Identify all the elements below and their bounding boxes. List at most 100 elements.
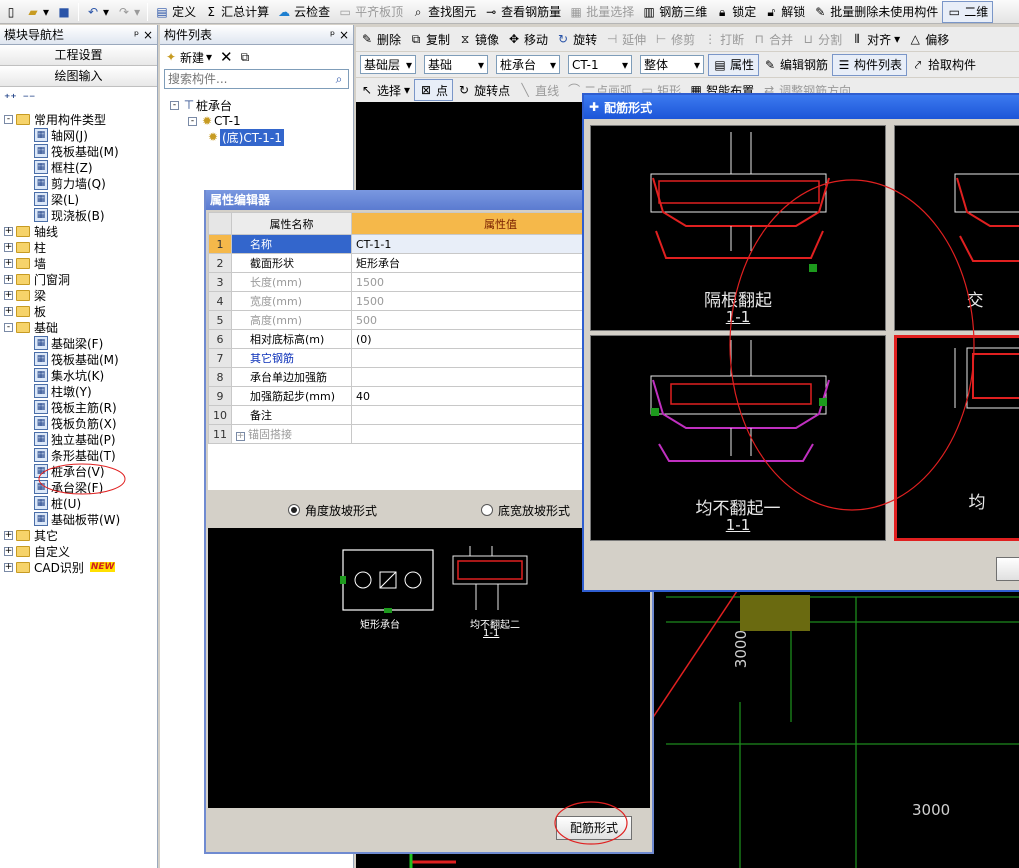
- 2d-button[interactable]: ▭ 二维: [942, 0, 994, 23]
- align-button[interactable]: ⫴ 对齐 ▾: [846, 28, 904, 50]
- split-button[interactable]: ⊔ 分割: [797, 28, 846, 50]
- expand-icon[interactable]: +: [4, 306, 13, 316]
- type-combo[interactable]: 桩承台 ▾: [496, 55, 560, 74]
- nav-folder[interactable]: + 梁: [4, 287, 157, 303]
- expand-icon[interactable]: +: [4, 290, 13, 300]
- nav-item[interactable]: ▦ 现浇板(B): [4, 207, 157, 223]
- nav-item[interactable]: ▦ 独立基础(P): [4, 431, 157, 447]
- nav-folder[interactable]: + 门窗洞: [4, 271, 157, 287]
- search-icon[interactable]: ⌕: [330, 72, 348, 87]
- nav-folder[interactable]: + CAD识别 NEW: [4, 559, 157, 575]
- break-button[interactable]: ⋮ 打断: [699, 28, 748, 50]
- undo-button[interactable]: ↶ ▾: [82, 1, 113, 23]
- collapse-icon[interactable]: -: [170, 100, 179, 110]
- nav-item[interactable]: ▦ 梁(L): [4, 191, 157, 207]
- copy-button[interactable]: ⧉ 复制: [405, 28, 454, 50]
- nav-folder[interactable]: + 自定义: [4, 543, 157, 559]
- new-component-button[interactable]: ✦ 新建 ▾: [164, 49, 212, 66]
- nav-item[interactable]: ▦ 柱墩(Y): [4, 383, 157, 399]
- offset-button[interactable]: △ 偏移: [904, 28, 953, 50]
- expand-icon[interactable]: +: [236, 432, 245, 441]
- new-file-button[interactable]: ▯: [0, 1, 22, 23]
- find-button[interactable]: ⌕ 查找图元: [407, 1, 480, 23]
- align-top-button[interactable]: ▭ 平齐板顶: [334, 1, 407, 23]
- sum-button[interactable]: Σ 汇总计算: [200, 1, 273, 23]
- expand-icon[interactable]: +: [4, 242, 13, 252]
- nav-item[interactable]: ▦ 桩(U): [4, 495, 157, 511]
- define-button[interactable]: ▤ 定义: [151, 1, 200, 23]
- lock-button[interactable]: 🔒︎ 锁定: [711, 1, 760, 23]
- dialog-ok-button[interactable]: [996, 557, 1019, 581]
- nav-folder[interactable]: + 轴线: [4, 223, 157, 239]
- mirror-button[interactable]: ⧖ 镜像: [454, 28, 503, 50]
- nav-item[interactable]: ▦ 框柱(Z): [4, 159, 157, 175]
- move-button[interactable]: ✥ 移动: [503, 28, 552, 50]
- save-button[interactable]: ■: [53, 1, 75, 23]
- nav-item[interactable]: ▦ 条形基础(T): [4, 447, 157, 463]
- batch-delete-button[interactable]: ✎ 批量删除未使用构件: [809, 1, 942, 23]
- delete-component-icon[interactable]: ✕: [220, 48, 233, 66]
- nav-item[interactable]: ▦ 筏板主筋(R): [4, 399, 157, 415]
- merge-button[interactable]: ⊓ 合并: [748, 28, 797, 50]
- rebar-form-titlebar[interactable]: ✚ 配筋形式: [584, 95, 1019, 119]
- component-search-input[interactable]: [165, 70, 330, 88]
- floor-combo[interactable]: 基础层 ▾: [360, 55, 416, 74]
- drawing-input-button[interactable]: 绘图输入: [0, 66, 157, 87]
- nav-folder[interactable]: - 常用构件类型: [4, 111, 157, 127]
- delete-button[interactable]: ✎ 删除: [356, 28, 405, 50]
- nav-pin-close[interactable]: ᵖ ×: [134, 28, 153, 42]
- component-list-button[interactable]: ☰ 构件列表: [832, 53, 908, 76]
- select-button[interactable]: ↖ 选择 ▾: [356, 79, 414, 101]
- line-button[interactable]: ╲ 直线: [514, 79, 563, 101]
- properties-button[interactable]: ▤ 属性: [708, 53, 760, 76]
- scope-combo[interactable]: 整体 ▾: [640, 55, 704, 74]
- expand-icon[interactable]: +: [4, 546, 13, 556]
- unlock-button[interactable]: 🔓︎ 解锁: [760, 1, 809, 23]
- rotate-button[interactable]: ↻ 旋转: [552, 28, 601, 50]
- nav-item[interactable]: ▦ 筏板负筋(X): [4, 415, 157, 431]
- collapse-all-icon[interactable]: ⁻⁻: [23, 91, 36, 105]
- collapse-icon[interactable]: -: [188, 116, 197, 126]
- pick-component-button[interactable]: ⤤ 拾取构件: [907, 54, 980, 76]
- component-tree-item[interactable]: ✹ (底)CT-1-1: [170, 128, 353, 146]
- rotate-point-button[interactable]: ↻ 旋转点: [453, 79, 514, 101]
- expand-icon[interactable]: +: [4, 274, 13, 284]
- point-button[interactable]: ⊠ 点: [414, 79, 454, 101]
- expand-icon[interactable]: +: [4, 562, 13, 572]
- expand-icon[interactable]: +: [4, 226, 13, 236]
- complist-pin-close[interactable]: ᵖ ×: [330, 28, 349, 42]
- collapse-icon[interactable]: -: [4, 322, 13, 332]
- extend-button[interactable]: ⊣ 延伸: [601, 28, 650, 50]
- nav-item[interactable]: ▦ 轴网(J): [4, 127, 157, 143]
- expand-icon[interactable]: +: [4, 258, 13, 268]
- nav-folder[interactable]: + 墙: [4, 255, 157, 271]
- nav-folder[interactable]: - 基础: [4, 319, 157, 335]
- component-tree-item[interactable]: - ⊤ 桩承台: [170, 97, 353, 113]
- cloud-check-button[interactable]: ☁ 云检查: [273, 1, 334, 23]
- copy-component-icon[interactable]: ⧉: [241, 50, 250, 65]
- rebar-view-button[interactable]: ⊸ 查看钢筋量: [480, 1, 565, 23]
- nav-folder[interactable]: + 柱: [4, 239, 157, 255]
- width-slope-radio[interactable]: 底宽放坡形式: [480, 502, 570, 519]
- nav-item[interactable]: ▦ 基础板带(W): [4, 511, 157, 527]
- expand-all-icon[interactable]: ⁺⁺: [4, 91, 17, 105]
- category-combo[interactable]: 基础 ▾: [424, 55, 488, 74]
- nav-item[interactable]: ▦ 筏板基础(M): [4, 143, 157, 159]
- rebar-3d-button[interactable]: ▥ 钢筋三维: [638, 1, 711, 23]
- edit-rebar-button[interactable]: ✎ 编辑钢筋: [759, 54, 832, 76]
- open-file-button[interactable]: ▰ ▾: [22, 1, 53, 23]
- component-tree-item[interactable]: - ✹ CT-1: [170, 113, 353, 129]
- batch-select-button[interactable]: ▦ 批量选择: [565, 1, 638, 23]
- project-settings-button[interactable]: 工程设置: [0, 45, 157, 66]
- component-combo[interactable]: CT-1 ▾: [568, 55, 632, 74]
- nav-item[interactable]: ▦ 基础梁(F): [4, 335, 157, 351]
- nav-folder[interactable]: + 其它: [4, 527, 157, 543]
- collapse-icon[interactable]: -: [4, 114, 13, 124]
- angle-slope-radio[interactable]: 角度放坡形式: [287, 502, 377, 519]
- nav-item[interactable]: ▦ 剪力墙(Q): [4, 175, 157, 191]
- nav-folder[interactable]: + 板: [4, 303, 157, 319]
- trim-button[interactable]: ⊢ 修剪: [650, 28, 699, 50]
- nav-item[interactable]: ▦ 集水坑(K): [4, 367, 157, 383]
- redo-button[interactable]: ↷ ▾: [113, 1, 144, 23]
- nav-item[interactable]: ▦ 筏板基础(M): [4, 351, 157, 367]
